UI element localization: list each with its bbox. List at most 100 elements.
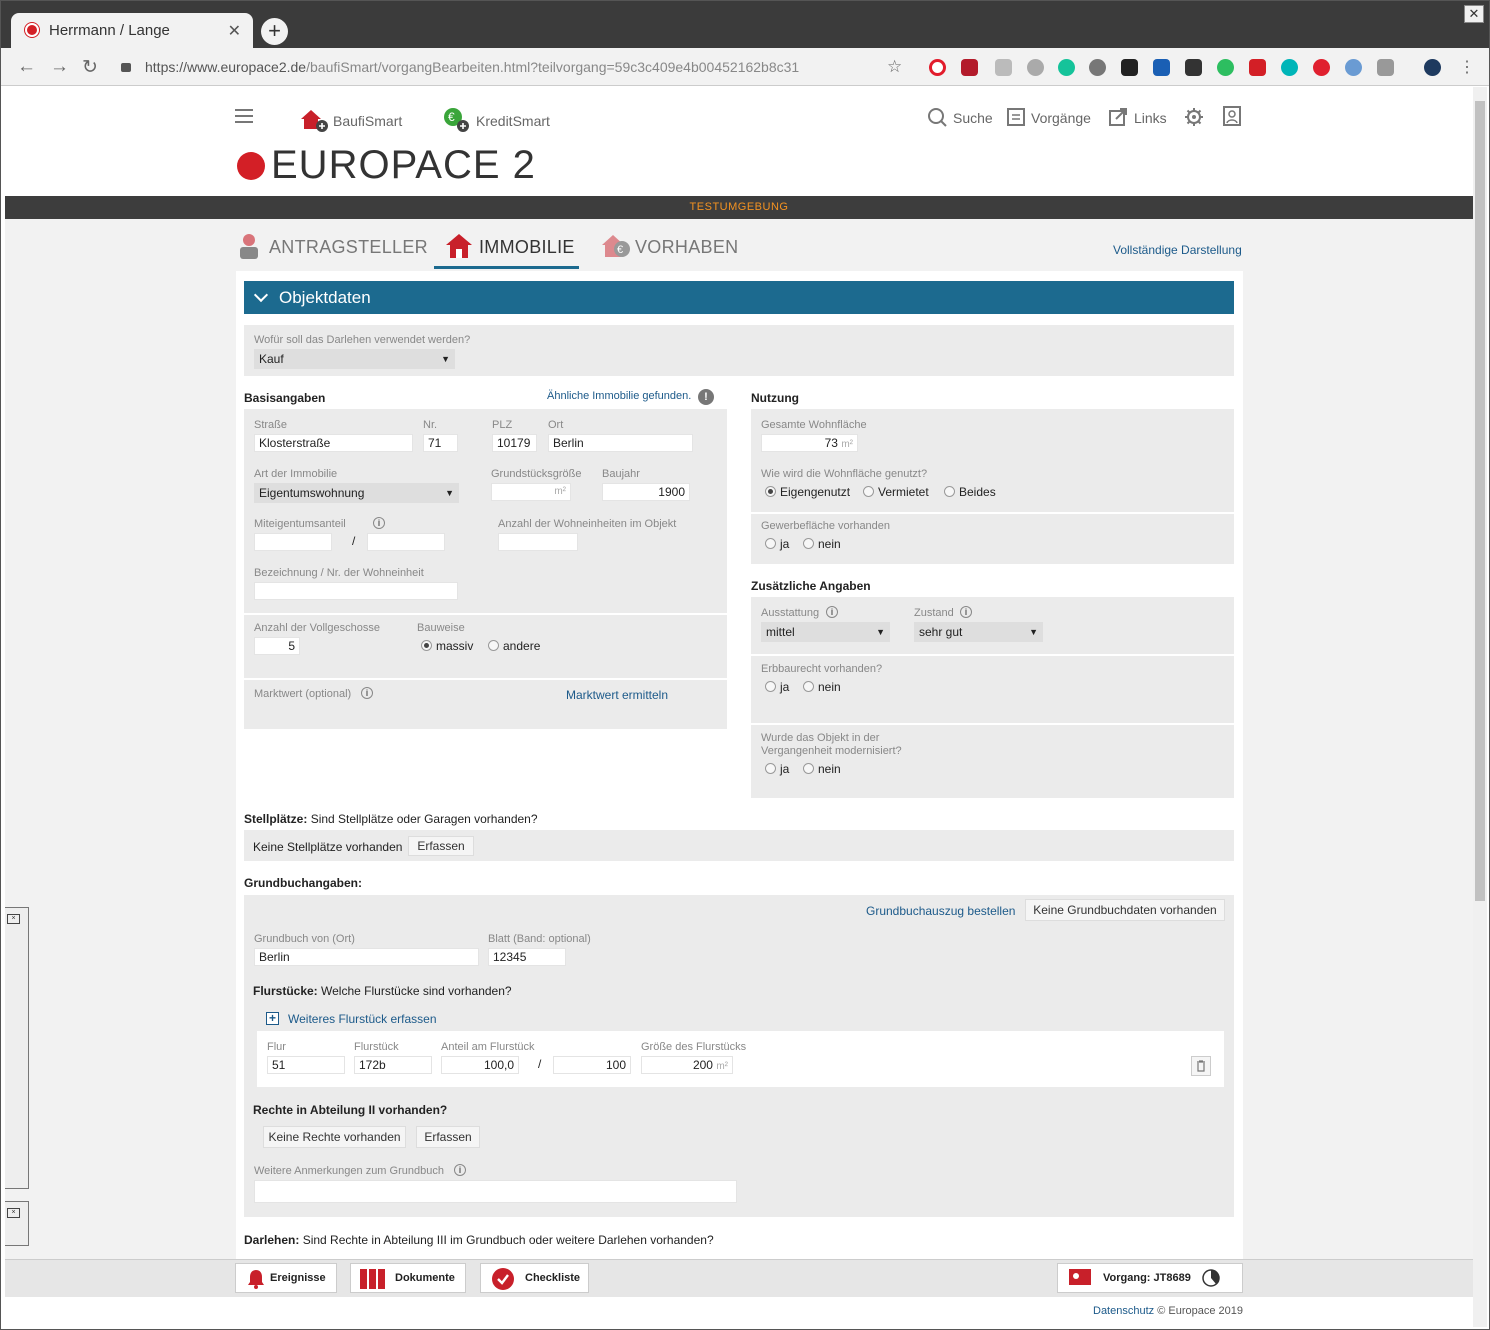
baufismart-link[interactable]: BaufiSmart xyxy=(333,113,402,129)
info-icon[interactable]: i xyxy=(826,606,838,618)
warning-icon[interactable]: ! xyxy=(698,389,714,405)
evernote-extension-icon[interactable] xyxy=(1217,59,1234,76)
radio-beides[interactable]: Beides xyxy=(944,485,996,499)
forward-icon[interactable]: → xyxy=(50,56,69,78)
badge-extension-icon[interactable] xyxy=(995,59,1012,76)
similar-property-link[interactable]: Ähnliche Immobilie gefunden. xyxy=(547,390,691,402)
events-button[interactable]: Ereignisse xyxy=(235,1263,337,1293)
satellite-extension-icon[interactable] xyxy=(1377,59,1394,76)
no-rights-button[interactable]: Keine Rechte vorhanden xyxy=(263,1126,406,1148)
radio-commercial-ja[interactable]: ja xyxy=(765,537,789,551)
cases-link[interactable]: Vorgänge xyxy=(1031,110,1091,126)
reload-icon[interactable]: ↻ xyxy=(82,56,98,79)
side-panel-collapsed[interactable]: × xyxy=(5,907,29,1189)
street-input[interactable]: Klosterstraße xyxy=(254,434,413,452)
zip-input[interactable]: 10179 xyxy=(492,434,537,452)
parcel-share-total-input[interactable]: 100 xyxy=(553,1056,631,1074)
order-extract-link[interactable]: Grundbuchauszug bestellen xyxy=(866,904,1015,918)
disk-extension-icon[interactable] xyxy=(1027,59,1044,76)
city-input[interactable]: Berlin xyxy=(548,434,693,452)
unit-name-input[interactable] xyxy=(254,582,458,600)
address-bar[interactable]: https://www.europace2.de/baufiSmart/vorg… xyxy=(121,55,911,80)
tab-close-icon[interactable]: ✕ xyxy=(228,21,241,41)
parcel-stueck-input[interactable]: 172b xyxy=(354,1056,432,1074)
parcel-flur-input[interactable]: 51 xyxy=(267,1056,345,1074)
condition-select[interactable]: sehr gut ▼ xyxy=(914,622,1043,642)
radio-massiv[interactable]: massiv xyxy=(421,639,473,653)
browser-tab[interactable]: Herrmann / Lange ✕ xyxy=(11,13,253,48)
share-denominator-input[interactable] xyxy=(367,533,445,551)
info-icon[interactable]: i xyxy=(960,606,972,618)
profile-avatar-icon[interactable] xyxy=(1424,59,1441,76)
plot-size-input[interactable]: m² xyxy=(491,483,571,501)
kreditsmart-link[interactable]: KreditSmart xyxy=(476,113,550,129)
add-parcel-link[interactable]: Weiteres Flurstück erfassen xyxy=(288,1012,437,1026)
hamburger-menu-icon[interactable] xyxy=(235,109,253,123)
section-header-objektdaten[interactable]: Objektdaten xyxy=(244,281,1234,314)
rights-capture-button[interactable]: Erfassen xyxy=(416,1126,480,1148)
shield-extension-icon[interactable] xyxy=(1345,59,1362,76)
grammarly-extension-icon[interactable] xyxy=(1058,59,1075,76)
radio-lease-nein[interactable]: nein xyxy=(803,680,841,694)
bookmark-star-icon[interactable]: ☆ xyxy=(887,57,902,77)
new-tab-button[interactable]: + xyxy=(261,18,288,45)
radio-eigengenutzt[interactable]: Eigengenutzt xyxy=(765,485,850,499)
minimize-icon[interactable]: × xyxy=(7,914,20,924)
mcafee-extension-icon[interactable] xyxy=(961,59,978,76)
no-land-data-button[interactable]: Keine Grundbuchdaten vorhanden xyxy=(1025,899,1225,921)
full-view-link[interactable]: Vollständige Darstellung xyxy=(1113,243,1242,257)
europace-logo[interactable]: EUROPACE 2 xyxy=(237,143,536,188)
share-numerator-input[interactable] xyxy=(254,533,332,551)
info-icon[interactable]: i xyxy=(361,687,373,699)
radio-modernized-nein[interactable]: nein xyxy=(803,762,841,776)
radio-lease-ja[interactable]: ja xyxy=(765,680,789,694)
side-panel-collapsed-2[interactable]: × xyxy=(5,1201,29,1246)
radio-andere[interactable]: andere xyxy=(488,639,540,653)
user-profile-icon[interactable] xyxy=(1222,106,1242,126)
parcel-size-input[interactable]: 200 m² xyxy=(641,1056,733,1074)
opera-extension-icon[interactable] xyxy=(929,59,946,76)
back-icon[interactable]: ← xyxy=(17,56,36,78)
scrollbar-thumb[interactable] xyxy=(1475,101,1485,901)
tab-vorhaben[interactable]: VORHABEN xyxy=(635,237,738,258)
search-link[interactable]: Suche xyxy=(953,110,993,126)
equipment-select[interactable]: mittel ▼ xyxy=(761,622,890,642)
living-area-input[interactable]: 73 m² xyxy=(761,434,858,452)
radio-vermietet[interactable]: Vermietet xyxy=(863,485,929,499)
add-parcel-icon[interactable]: + xyxy=(266,1012,279,1025)
floors-input[interactable]: 5 xyxy=(254,637,300,655)
window-close-button[interactable]: ✕ xyxy=(1464,5,1484,23)
land-book-input[interactable]: Berlin xyxy=(254,948,479,966)
parking-capture-button[interactable]: Erfassen xyxy=(408,836,474,856)
info-icon[interactable]: i xyxy=(373,517,385,529)
notes-textarea[interactable] xyxy=(254,1180,737,1203)
minimize-icon[interactable]: × xyxy=(7,1208,20,1218)
parcel-share-input[interactable]: 100,0 xyxy=(441,1056,519,1074)
calendar-extension-icon[interactable] xyxy=(1153,59,1170,76)
sheet-input[interactable]: 12345 xyxy=(488,948,566,966)
tab-immobilie[interactable]: IMMOBILIE xyxy=(479,237,575,258)
chat-extension-icon[interactable] xyxy=(1249,59,1266,76)
year-input[interactable]: 1900 xyxy=(602,483,690,501)
privacy-link[interactable]: Datenschutz xyxy=(1093,1305,1154,1317)
radio-modernized-ja[interactable]: ja xyxy=(765,762,789,776)
checklist-button[interactable]: Checkliste xyxy=(480,1263,589,1293)
scrollbar[interactable] xyxy=(1473,87,1487,1327)
eye-extension-icon[interactable] xyxy=(1089,59,1106,76)
units-input[interactable] xyxy=(498,533,578,551)
documents-button[interactable]: Dokumente xyxy=(350,1263,466,1293)
power-extension-icon[interactable] xyxy=(1313,59,1330,76)
tab-antragsteller[interactable]: ANTRAGSTELLER xyxy=(269,237,428,258)
delete-trash-icon[interactable] xyxy=(1191,1056,1211,1076)
purpose-select[interactable]: Kauf ▼ xyxy=(254,349,455,369)
links-link[interactable]: Links xyxy=(1134,110,1167,126)
menu-dots-icon[interactable]: ⋮ xyxy=(1459,57,1475,77)
nr-input[interactable]: 71 xyxy=(423,434,458,452)
info-icon[interactable]: i xyxy=(454,1164,466,1176)
settings-gear-icon[interactable] xyxy=(1184,107,1204,127)
radio-commercial-nein[interactable]: nein xyxy=(803,537,841,551)
m-extension-icon[interactable] xyxy=(1281,59,1298,76)
case-info-button[interactable]: Vorgang: JT8689 xyxy=(1057,1263,1243,1293)
market-value-link[interactable]: Marktwert ermitteln xyxy=(566,688,668,702)
paw-extension-icon[interactable] xyxy=(1121,59,1138,76)
